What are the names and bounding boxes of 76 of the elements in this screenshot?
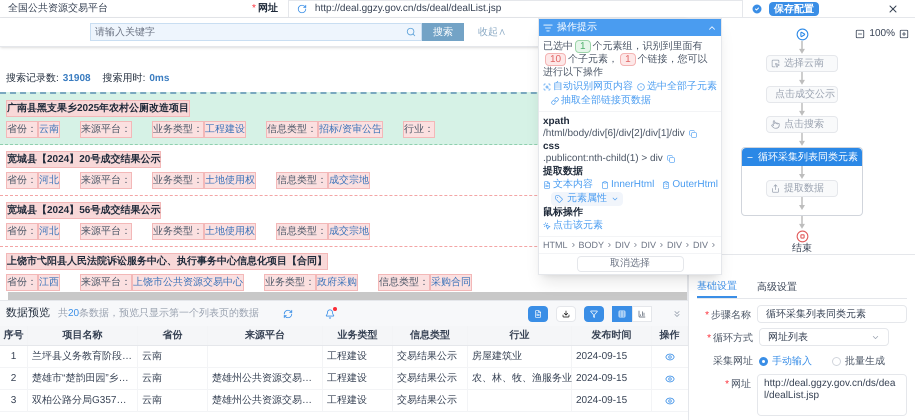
table-cell: 楚雄州公共资源交易… [208,368,323,389]
stat-value: 0ms [149,72,170,86]
field-label: 循环方式 [713,332,753,346]
item-title: 广南县黑支果乡2025年农村公厕改造项目 [6,100,190,117]
end-label: 结束 [792,243,812,254]
popup-title: 操作提示 [557,22,598,34]
field-label: 业务类型： [152,172,204,189]
field-label: 网址 [731,378,752,392]
section-title: 提取数据 [543,166,584,178]
field-label: 来源平台： [80,121,132,138]
required-mark: * [725,378,730,392]
table-cell: 工程建设 [323,368,393,389]
table-cell: 农、林、牧、渔服务业 [468,368,572,389]
field-label: 信息类型： [266,121,318,138]
table-cell: 2024-09-15 [572,390,652,411]
table-cell: 云南 [138,368,208,389]
column-header: 发布时间 [572,326,652,345]
column-header: 序号 [0,326,28,345]
column-header: 项目名称 [28,326,138,345]
field-label: 采集网址 [713,354,753,369]
selection-message: 已选中 1 个元素组，识别到里面有 10 个子元素， 1 个链接，您可以进行以下操作 [543,40,709,79]
table-cell: 云南 [138,390,208,411]
preview-title: 数据预览 [6,306,50,322]
selector-label: xpath [543,116,571,128]
field-label: 省份： [6,223,38,240]
field-label: 省份： [6,121,38,138]
field-label: 来源平台： [80,223,132,240]
table-cell: 房屋建筑业 [468,346,572,367]
table-cell: 楚雄市“楚韵田园”乡… [28,368,138,389]
table-cell: 1 [0,346,28,367]
table-cell: 双柏公路分局G357… [28,390,138,411]
selector-value: /html/body/div[6]/div[2]/div[1]/div [543,128,685,140]
item-title: 宽城县【2024】20号成交结果公示 [6,151,162,168]
field-label: 步骤名称 [710,308,751,323]
field-label: 省份： [6,274,38,291]
column-header: 来源平台 [208,326,323,345]
stat-value: 31908 [62,72,91,86]
zoom-level: 100% [869,27,895,41]
field-label: 信息类型： [276,172,328,189]
field-label: 业务类型： [152,223,204,240]
field-label: 业务类型： [264,274,316,291]
preview-summary: 共20条数据，预览只显示第一个列表页的数据 [58,306,260,321]
field-label: 业务类型： [152,121,204,138]
required-mark: * [252,2,256,16]
url-label: 网址 [258,2,278,16]
stat-label: 搜索用时: [102,72,146,86]
column-header: 省份 [138,326,208,345]
table-cell: 2024-09-15 [572,346,652,367]
table-cell: 工程建设 [323,390,393,411]
table-cell: 交易结果公示 [393,368,468,389]
selector-value: .publicont:nth-child(1) > div [543,153,663,165]
item-title: 宽城县【2024】56号成交结果公示 [6,202,162,219]
field-label: 来源平台： [80,172,132,189]
column-header: 业务类型 [323,326,393,345]
table-cell: 兰坪县义务教育阶段… [28,346,138,367]
required-mark: * [705,309,709,323]
stat-label: 搜索记录数: [6,72,59,86]
table-cell: 3 [0,390,28,411]
table-cell: 2 [0,368,28,389]
table-cell: 工程建设 [323,346,393,367]
table-cell: 云南 [138,346,208,367]
field-label: 信息类型： [276,223,328,240]
field-label: 行业： [402,121,435,138]
table-cell: 交易结果公示 [393,390,468,411]
field-label: 省份： [6,172,38,189]
table-cell: 2024-09-15 [572,368,652,389]
table-cell: 楚雄州公共资源交易… [208,390,323,411]
table-cell: 交易结果公示 [393,346,468,367]
column-header: 行业 [468,326,572,345]
field-label: 来源平台： [80,274,132,291]
section-title: 鼠标操作 [543,207,584,219]
required-mark: * [707,332,711,346]
column-header: 信息类型 [393,326,468,345]
field-label: 信息类型： [378,274,430,291]
item-title: 上饶市弋阳县人民法院诉讼服务中心、执行事务中心信息化项目【合同】 [6,253,328,270]
page-title: 全国公共资源交易平台 [8,2,109,16]
